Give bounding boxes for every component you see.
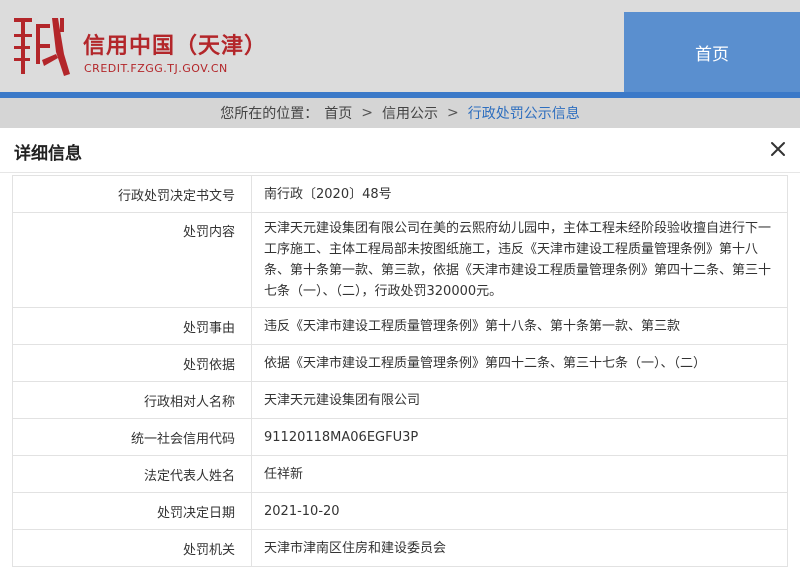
row-label: 处罚事由 <box>12 307 252 345</box>
row-label: 行政相对人名称 <box>12 381 252 419</box>
row-label: 处罚机关 <box>12 529 252 567</box>
table-row: 处罚内容 天津天元建设集团有限公司在美的云熙府幼儿园中，主体工程未经阶段验收擅自… <box>12 212 788 308</box>
row-value: 南行政〔2020〕48号 <box>251 175 788 213</box>
close-icon[interactable] <box>768 139 788 159</box>
table-row: 处罚决定日期 2021-10-20 <box>12 492 788 530</box>
row-label: 法定代表人姓名 <box>12 455 252 493</box>
row-label: 处罚决定日期 <box>12 492 252 530</box>
row-value: 违反《天津市建设工程质量管理条例》第十八条、第十条第一款、第三款 <box>251 307 788 345</box>
brand-url: CREDIT.FZGG.TJ.GOV.CN <box>84 62 228 75</box>
row-value: 天津市津南区住房和建设委员会 <box>251 529 788 567</box>
row-label: 行政处罚决定书文号 <box>12 175 252 213</box>
table-row: 行政处罚决定书文号 南行政〔2020〕48号 <box>12 175 788 213</box>
credit-logo-icon <box>14 18 70 76</box>
site-header: 信用中国（天津） CREDIT.FZGG.TJ.GOV.CN 首页 <box>0 0 800 92</box>
row-label: 统一社会信用代码 <box>12 418 252 456</box>
breadcrumb-item-admin-penalty[interactable]: 行政处罚公示信息 <box>468 103 580 123</box>
detail-table: 行政处罚决定书文号 南行政〔2020〕48号 处罚内容 天津天元建设集团有限公司… <box>12 175 788 567</box>
modal-header: 详细信息 <box>0 128 800 173</box>
row-label: 处罚内容 <box>12 212 252 308</box>
breadcrumb-separator: > <box>447 105 459 121</box>
brand-title: 信用中国（天津） <box>83 34 268 59</box>
breadcrumb-item-home[interactable]: 首页 <box>324 103 352 123</box>
breadcrumb-item-credit-publicity[interactable]: 信用公示 <box>382 103 438 123</box>
nav-home-button[interactable]: 首页 <box>624 12 800 92</box>
table-row: 行政相对人名称 天津天元建设集团有限公司 <box>12 381 788 419</box>
row-value: 任祥新 <box>251 455 788 493</box>
table-row: 统一社会信用代码 91120118MA06EGFU3P <box>12 418 788 456</box>
page: 信用中国（天津） CREDIT.FZGG.TJ.GOV.CN 首页 您所在的位置… <box>0 0 800 581</box>
table-row: 处罚事由 违反《天津市建设工程质量管理条例》第十八条、第十条第一款、第三款 <box>12 307 788 345</box>
row-value: 天津天元建设集团有限公司 <box>251 381 788 419</box>
table-row: 处罚依据 依据《天津市建设工程质量管理条例》第四十二条、第三十七条（一）、（二） <box>12 344 788 382</box>
row-label: 处罚依据 <box>12 344 252 382</box>
row-value: 依据《天津市建设工程质量管理条例》第四十二条、第三十七条（一）、（二） <box>251 344 788 382</box>
breadcrumb-separator: > <box>361 105 373 121</box>
breadcrumb-prefix: 您所在的位置： <box>220 106 319 122</box>
breadcrumb: 您所在的位置： 首页 > 信用公示 > 行政处罚公示信息 <box>0 98 800 128</box>
row-value: 2021-10-20 <box>251 492 788 530</box>
table-row: 处罚机关 天津市津南区住房和建设委员会 <box>12 529 788 567</box>
row-value: 91120118MA06EGFU3P <box>251 418 788 456</box>
table-row: 法定代表人姓名 任祥新 <box>12 455 788 493</box>
detail-modal: 详细信息 行政处罚决定书文号 南行政〔2020〕48号 处罚内容 天津天元建设集… <box>0 128 800 581</box>
modal-title: 详细信息 <box>14 144 82 164</box>
row-value: 天津天元建设集团有限公司在美的云熙府幼儿园中，主体工程未经阶段验收擅自进行下一工… <box>251 212 788 308</box>
